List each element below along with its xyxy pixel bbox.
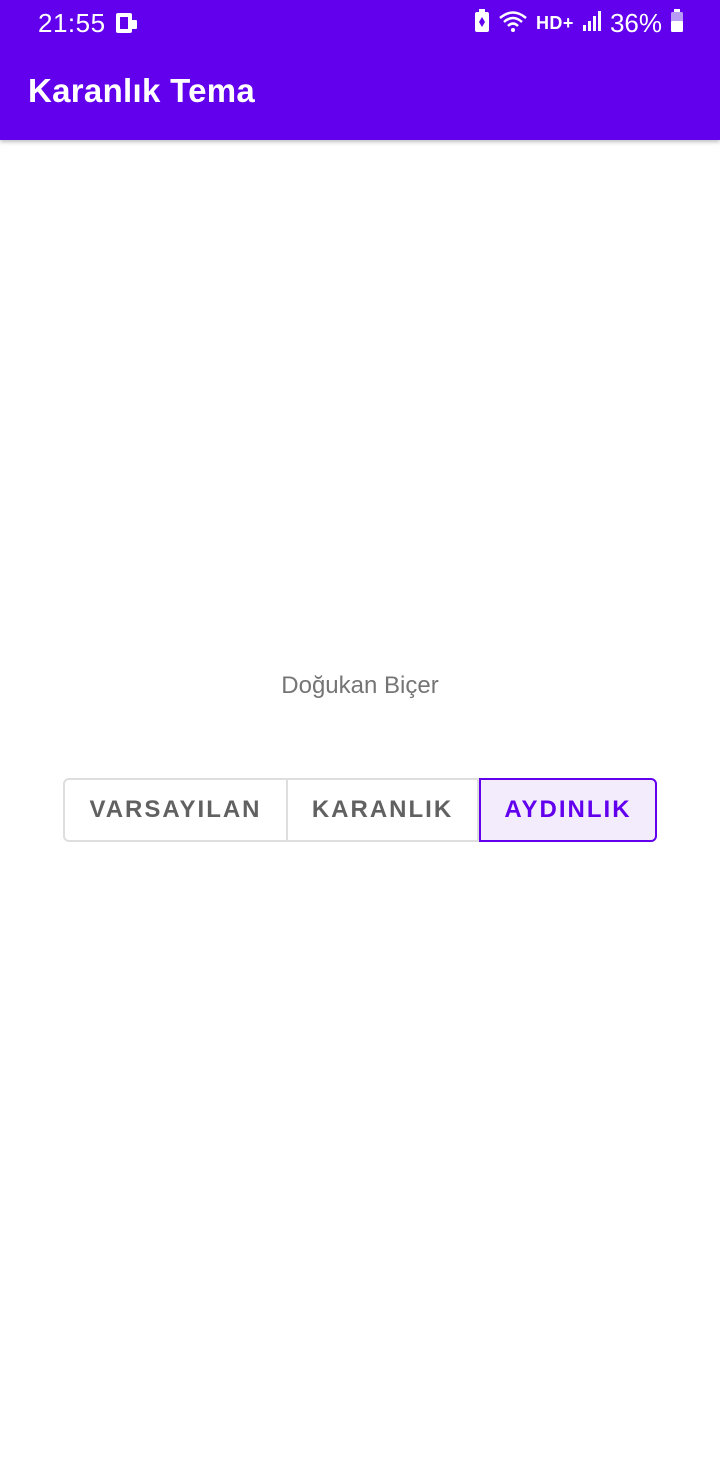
battery-percent: 36% <box>609 7 662 38</box>
theme-light-button[interactable]: AYDINLIK <box>479 778 657 842</box>
theme-default-button[interactable]: VARSAYILAN <box>63 778 288 842</box>
wifi-icon <box>498 9 528 38</box>
status-time: 21:55 <box>38 8 106 38</box>
app-bar: 21:55 HD+ 36% Karanlık Tema <box>0 0 720 140</box>
theme-toggle-group: VARSAYILAN KARANLIK AYDINLIK <box>63 778 657 842</box>
theme-dark-button[interactable]: KARANLIK <box>288 778 479 842</box>
status-bar: 21:55 HD+ 36% <box>0 0 720 46</box>
app-title: Karanlık Tema <box>28 72 256 109</box>
battery-saver-icon <box>474 8 490 38</box>
screen-mirror-icon <box>114 10 138 36</box>
battery-icon <box>670 8 684 38</box>
signal-icon <box>582 10 602 37</box>
network-label: HD+ <box>535 12 574 33</box>
author-name: Doğukan Biçer <box>281 672 439 699</box>
status-icons: HD+ 36% <box>474 6 684 40</box>
